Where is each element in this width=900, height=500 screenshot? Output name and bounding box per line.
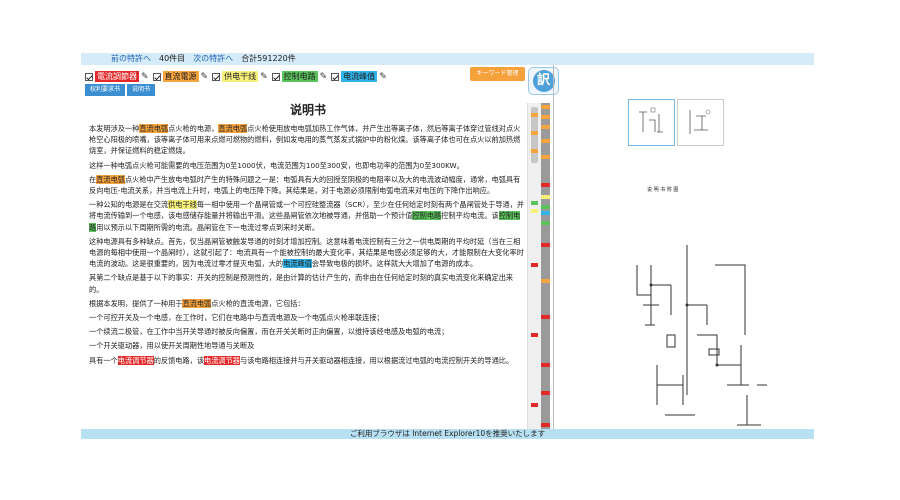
prev-patent-link[interactable]: 前の特許へ: [111, 54, 151, 63]
thumbnail-image: [639, 107, 663, 133]
translate-icon: 訳: [532, 70, 555, 92]
ruler-marker: [541, 315, 550, 319]
scroll-marker[interactable]: [531, 263, 538, 267]
document-tabs: 权利要求书 说明书: [85, 84, 157, 96]
highlight-term: 电流调节器: [117, 355, 154, 365]
ruler-marker: [541, 205, 550, 209]
legend-label: 电流峰值: [341, 71, 378, 82]
ruler-marker: [541, 125, 550, 129]
scroll-marker[interactable]: [531, 209, 538, 213]
highlight-term: 供电干线: [168, 200, 197, 210]
paragraph: 在直流电弧点火枪中产生放电电弧时产生的特殊问题之一是：电弧具有大的回授至阴极的电…: [89, 174, 521, 196]
legend-checkbox[interactable]: [152, 72, 161, 81]
drawing-thumbnails: [628, 99, 726, 146]
highlight-term: 电流调节器: [204, 355, 240, 365]
scroll-marker[interactable]: [531, 403, 538, 407]
scroll-marker[interactable]: [531, 149, 538, 153]
legend-item-control-circuit: 控制电路 ✎: [271, 71, 328, 82]
ruler-marker: [541, 139, 550, 143]
highlight-term: 直流电弧: [96, 174, 125, 184]
circuit-diagram: 说 明 书 附 图: [636, 186, 767, 426]
drawing-page: 说 明 书 附 图: [597, 185, 807, 439]
total-count: 合計591220件: [241, 54, 296, 63]
paragraph: 其第二个缺点是基于以下的事实：开关的控制是预测性的，是由计算的估计产生的，而非由…: [89, 273, 514, 294]
paragraph: 根据本发明，提供了一种用于直流电弧点火枪的直流电源，它包括：: [89, 298, 305, 308]
browser-notice: ご利用ブラウザは Internet Explorer10を推奨いたします: [81, 429, 814, 439]
highlight-legend: 電流調節器 ✎ 直流電源 ✎ 供电干线 ✎ 控制电路 ✎ 电流峰值 ✎: [85, 70, 391, 83]
doc-title: 说明书: [289, 103, 326, 117]
description-text: 说明书 本发明涉及一种直流电弧点火枪的电源，直流电弧点火枪使用放电电弧加热工作气…: [89, 101, 527, 431]
legend-item-dc-power: 直流電源 ✎: [152, 71, 209, 82]
scroll-marker[interactable]: [531, 333, 538, 337]
ruler-marker: [541, 155, 550, 159]
ruler-marker: [541, 195, 550, 199]
highlight-term: 控制电路: [412, 211, 442, 221]
paragraph: 具有一个电流调节器的反馈电路，该电流调节器与该电路相连接并与开关驱动器相连接，用…: [89, 355, 514, 365]
ruler-marker: [541, 105, 550, 109]
legend-item-current-regulator: 電流調節器 ✎: [85, 71, 149, 82]
current-position: 40件目: [159, 54, 186, 63]
legend-item-supply-line: 供电干线 ✎: [212, 71, 268, 82]
thumbnail-image: [689, 109, 711, 134]
ruler-marker: [541, 115, 550, 119]
ruler-marker: [541, 183, 550, 187]
scroll-marker[interactable]: [531, 201, 538, 205]
highlight-term: 直流电弧: [139, 124, 169, 133]
legend-label: 直流電源: [162, 71, 199, 82]
pencil-icon[interactable]: ✎: [260, 72, 268, 82]
tab-claims[interactable]: 权利要求书: [85, 84, 126, 96]
scroll-marker[interactable]: [531, 113, 538, 117]
ruler-marker: [541, 363, 550, 367]
translate-button[interactable]: 訳: [528, 67, 559, 95]
paragraph: 一个开关驱动器，用以使开关周期性地导通与关断及: [89, 341, 255, 351]
overview-ruler[interactable]: [541, 103, 550, 436]
ruler-marker: [541, 243, 550, 247]
drawing-thumbnail[interactable]: [677, 99, 724, 146]
tab-description[interactable]: 说明书: [127, 84, 156, 96]
paragraph: 一个续流二极管，在工作中当开关导通时被反向偏置，而在开关关断时正向偏置，以维持该…: [89, 327, 449, 337]
paragraph: 这种电源具有多种缺点。首先，仅当晶闸管被触发导通的时刻才增加控制。这意味着电流控…: [89, 236, 524, 269]
legend-item-current-peak: 电流峰值 ✎: [331, 71, 387, 82]
pencil-icon[interactable]: ✎: [141, 72, 149, 82]
pencil-icon[interactable]: ✎: [201, 72, 209, 82]
pencil-icon[interactable]: ✎: [379, 72, 387, 82]
patent-navigation: 前の特許へ 40件目 次の特許へ 合計591220件: [81, 53, 814, 65]
paragraph: 一个可控开关及一个电感，在工作时，它们在电路中与直流电源及一个电弧点火枪串联连接…: [89, 313, 384, 323]
legend-label: 控制电路: [281, 71, 318, 82]
legend-checkbox[interactable]: [271, 72, 280, 81]
ruler-marker: [541, 423, 550, 427]
ruler-marker: [541, 391, 550, 395]
patent-viewer: 前の特許へ 40件目 次の特許へ 合計591220件 電流調節器 ✎ 直流電源 ✎ 供…: [81, 53, 814, 439]
ruler-marker: [541, 211, 550, 215]
ruler-marker: [541, 279, 550, 283]
highlight-term: 直流电弧: [218, 124, 248, 133]
drawing-page-header: 说 明 书 附 图: [647, 186, 678, 193]
highlight-term: 电流峰值: [283, 259, 312, 269]
paragraph: 本发明涉及一种直流电弧点火枪的电源，直流电弧点火枪使用放电电弧加热工作气体，并产…: [89, 124, 521, 156]
paragraph: 这样一种电弧点火枪可能需要的电压范围为0至1000伏，电流范围为100至300安…: [89, 160, 464, 170]
pane-divider[interactable]: [553, 65, 554, 439]
next-patent-link[interactable]: 次の特許へ: [193, 54, 233, 63]
keyword-manage-button[interactable]: キーワード管理: [470, 67, 525, 81]
legend-label: 供电干线: [222, 71, 259, 82]
legend-label: 電流調節器: [95, 71, 139, 82]
scroll-marker[interactable]: [531, 131, 538, 135]
paragraph: 一种公知的电源是在交流供电干线每一相中使用一个晶闸管或一个可控硅整流器（SCR）…: [89, 200, 525, 232]
legend-checkbox[interactable]: [331, 72, 340, 81]
ruler-marker: [541, 221, 550, 225]
highlight-term: 直流电弧: [182, 298, 212, 308]
pencil-icon[interactable]: ✎: [320, 72, 328, 82]
drawing-thumbnail[interactable]: [628, 99, 675, 146]
legend-checkbox[interactable]: [85, 72, 93, 81]
legend-checkbox[interactable]: [212, 72, 221, 81]
